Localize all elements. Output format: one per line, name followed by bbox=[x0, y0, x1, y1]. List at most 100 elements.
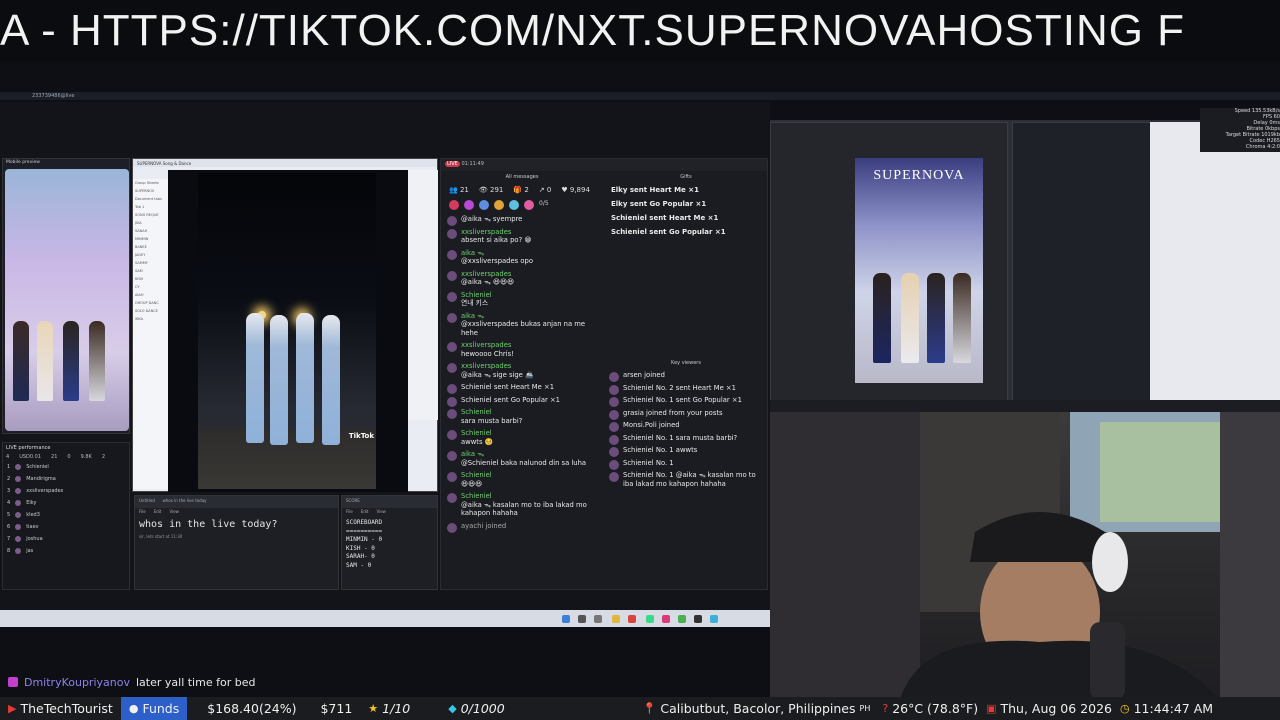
app-icon[interactable] bbox=[646, 615, 654, 623]
leaderboard-row[interactable]: 1 Schieniel bbox=[3, 461, 129, 473]
live-chat-window: LIVE 01:11:49 All messages 👥 21 👁 291 🎁 … bbox=[440, 158, 768, 590]
obs-preview[interactable]: SUPERNOVA bbox=[855, 158, 983, 383]
weather-text: 26°C (78.8°F) bbox=[892, 701, 979, 716]
key-viewer-line: Schieniel No. 1 bbox=[605, 457, 767, 470]
message-author[interactable]: xxsliverspades bbox=[461, 270, 597, 279]
app-icon[interactable] bbox=[710, 615, 718, 623]
doc-side-item[interactable]: Document tabs bbox=[133, 195, 169, 203]
message-author[interactable]: aika ᯓ bbox=[461, 249, 597, 258]
stat-value: 0 bbox=[546, 186, 552, 194]
funds-label: Funds bbox=[142, 701, 180, 716]
leaderboard-row[interactable]: 8 jas bbox=[3, 545, 129, 557]
notepad-tab[interactable]: Untitled bbox=[139, 498, 155, 503]
avatar bbox=[609, 472, 619, 482]
gift-icon[interactable] bbox=[449, 200, 459, 210]
views-stat: 👁 291 bbox=[478, 186, 504, 194]
doc-side-item[interactable]: SANAH bbox=[133, 227, 169, 235]
avatar bbox=[15, 512, 22, 518]
doc-side-item[interactable]: Tab 1 bbox=[133, 203, 169, 211]
doc-side-item[interactable]: SAMMY bbox=[133, 259, 169, 267]
taskview-icon[interactable] bbox=[594, 615, 602, 623]
doc-side-item[interactable]: JIKA bbox=[133, 219, 169, 227]
leaderboard-row[interactable]: 4 Elky bbox=[3, 497, 129, 509]
doc-side-item[interactable]: SUPERNOV bbox=[133, 187, 169, 195]
notepad-text[interactable]: whos in the live today? bbox=[135, 515, 338, 534]
message-author[interactable]: xxsliverspades bbox=[461, 341, 597, 350]
twitch-icon bbox=[8, 677, 18, 687]
dancer-figure bbox=[296, 313, 314, 443]
app-icon[interactable] bbox=[662, 615, 670, 623]
doc-side-item[interactable]: SONG REQUE bbox=[133, 211, 169, 219]
doc-side-item[interactable]: GROUP DANC bbox=[133, 299, 169, 307]
message-author[interactable]: Schieniel bbox=[461, 471, 597, 480]
leaderboard-row[interactable]: 5 kled3 bbox=[3, 509, 129, 521]
scoreboard-notepad[interactable]: SCORE File Edit View SCOREBOARD ========… bbox=[341, 495, 438, 590]
notepad-menu: File Edit View bbox=[342, 508, 437, 515]
viewer-name: Schieniel bbox=[26, 464, 49, 470]
leaderboard-row[interactable]: 6 tiaev bbox=[3, 521, 129, 533]
channel-name: TheTechTourist bbox=[20, 701, 113, 716]
doc-side-item[interactable]: Group Sheets bbox=[133, 179, 169, 187]
leaderboard-row[interactable]: 7 joshua bbox=[3, 533, 129, 545]
message-text: hewoooo Chris! bbox=[461, 349, 514, 358]
menu-view[interactable]: View bbox=[376, 509, 386, 514]
gift-icon[interactable] bbox=[464, 200, 474, 210]
message-text: @aika ᯓ syempre bbox=[461, 215, 523, 223]
menu-file[interactable]: File bbox=[346, 509, 353, 514]
leaderboard-row[interactable]: 3 xxsliverspades bbox=[3, 485, 129, 497]
notepad-tab[interactable]: SCORE bbox=[346, 498, 360, 503]
doc-side-item[interactable]: AIAH bbox=[133, 291, 169, 299]
gem-icon: ◆ bbox=[448, 702, 457, 715]
menu-edit[interactable]: Edit bbox=[154, 509, 162, 514]
message-author[interactable]: aika ᯓ bbox=[461, 450, 597, 459]
dancer-figure bbox=[873, 273, 891, 363]
shares-stat: ↗ 0 bbox=[538, 186, 552, 194]
app-icon[interactable] bbox=[628, 615, 636, 623]
dancer-figure bbox=[322, 315, 340, 445]
gems-item: ◆ 0/1000 bbox=[418, 701, 512, 716]
menu-file[interactable]: File bbox=[139, 509, 146, 514]
funds-item: ● Funds bbox=[120, 697, 188, 720]
message-author[interactable]: Schieniel bbox=[461, 492, 597, 501]
settings-window[interactable] bbox=[1012, 122, 1152, 404]
message-author[interactable]: aika ᯓ bbox=[461, 312, 597, 321]
start-icon[interactable] bbox=[562, 615, 570, 623]
message-author[interactable]: Schieniel bbox=[461, 408, 597, 417]
doc-side-item[interactable]: XIKA bbox=[133, 315, 169, 323]
viewers-stat: 👥 21 bbox=[449, 186, 469, 194]
message-text: 😆😆😆 bbox=[461, 479, 483, 488]
notepad-window[interactable]: Untitled whos in the live today File Edi… bbox=[134, 495, 339, 590]
gift-settings-window[interactable] bbox=[1150, 122, 1280, 404]
message-text: Schieniel sent Heart Me ×1 bbox=[461, 383, 555, 391]
search-icon[interactable] bbox=[578, 615, 586, 623]
gift-icon[interactable] bbox=[479, 200, 489, 210]
scoreboard-text[interactable]: SCOREBOARD ========== MINMIN - 0 KISH - … bbox=[342, 515, 437, 574]
menu-edit[interactable]: Edit bbox=[361, 509, 369, 514]
doc-side-item[interactable]: BANEE bbox=[133, 243, 169, 251]
message-text: Schieniel No. 1 @aika ᯓ kasalan mo to ib… bbox=[623, 471, 756, 488]
doc-side-item[interactable]: SOLO DANCE bbox=[133, 307, 169, 315]
message-author[interactable]: Schieniel bbox=[461, 429, 597, 438]
gift-icon[interactable] bbox=[524, 200, 534, 210]
doc-side-item[interactable]: MINMIN bbox=[133, 235, 169, 243]
message-author[interactable]: xxsliverspades bbox=[461, 228, 597, 237]
doc-side-item[interactable]: SAM bbox=[133, 267, 169, 275]
leaderboard-row[interactable]: 2 Mandirigma bbox=[3, 473, 129, 485]
live-performance-stats: 4 USD0.01 21 0 9.8K 2 bbox=[3, 453, 129, 461]
tiktok-video-player[interactable]: TikTok bbox=[168, 170, 408, 492]
app-icon[interactable] bbox=[678, 615, 686, 623]
doc-side-item[interactable]: JAGEY bbox=[133, 251, 169, 259]
app-icon[interactable] bbox=[694, 615, 702, 623]
doc-side-item[interactable]: CY bbox=[133, 283, 169, 291]
dancer-figure bbox=[63, 321, 79, 401]
gift-icon[interactable] bbox=[494, 200, 504, 210]
message-author[interactable]: xxsliverspades bbox=[461, 362, 597, 371]
message-author[interactable]: Schieniel bbox=[461, 291, 597, 300]
notepad-tab[interactable]: whos in the live today bbox=[162, 498, 206, 503]
amount-item: $168.40(24%) bbox=[187, 701, 304, 716]
chat-username: DmitryKoupriyanov bbox=[24, 675, 130, 689]
folder-icon[interactable] bbox=[612, 615, 620, 623]
menu-view[interactable]: View bbox=[169, 509, 179, 514]
doc-side-item[interactable]: KISH bbox=[133, 275, 169, 283]
gift-icon[interactable] bbox=[509, 200, 519, 210]
